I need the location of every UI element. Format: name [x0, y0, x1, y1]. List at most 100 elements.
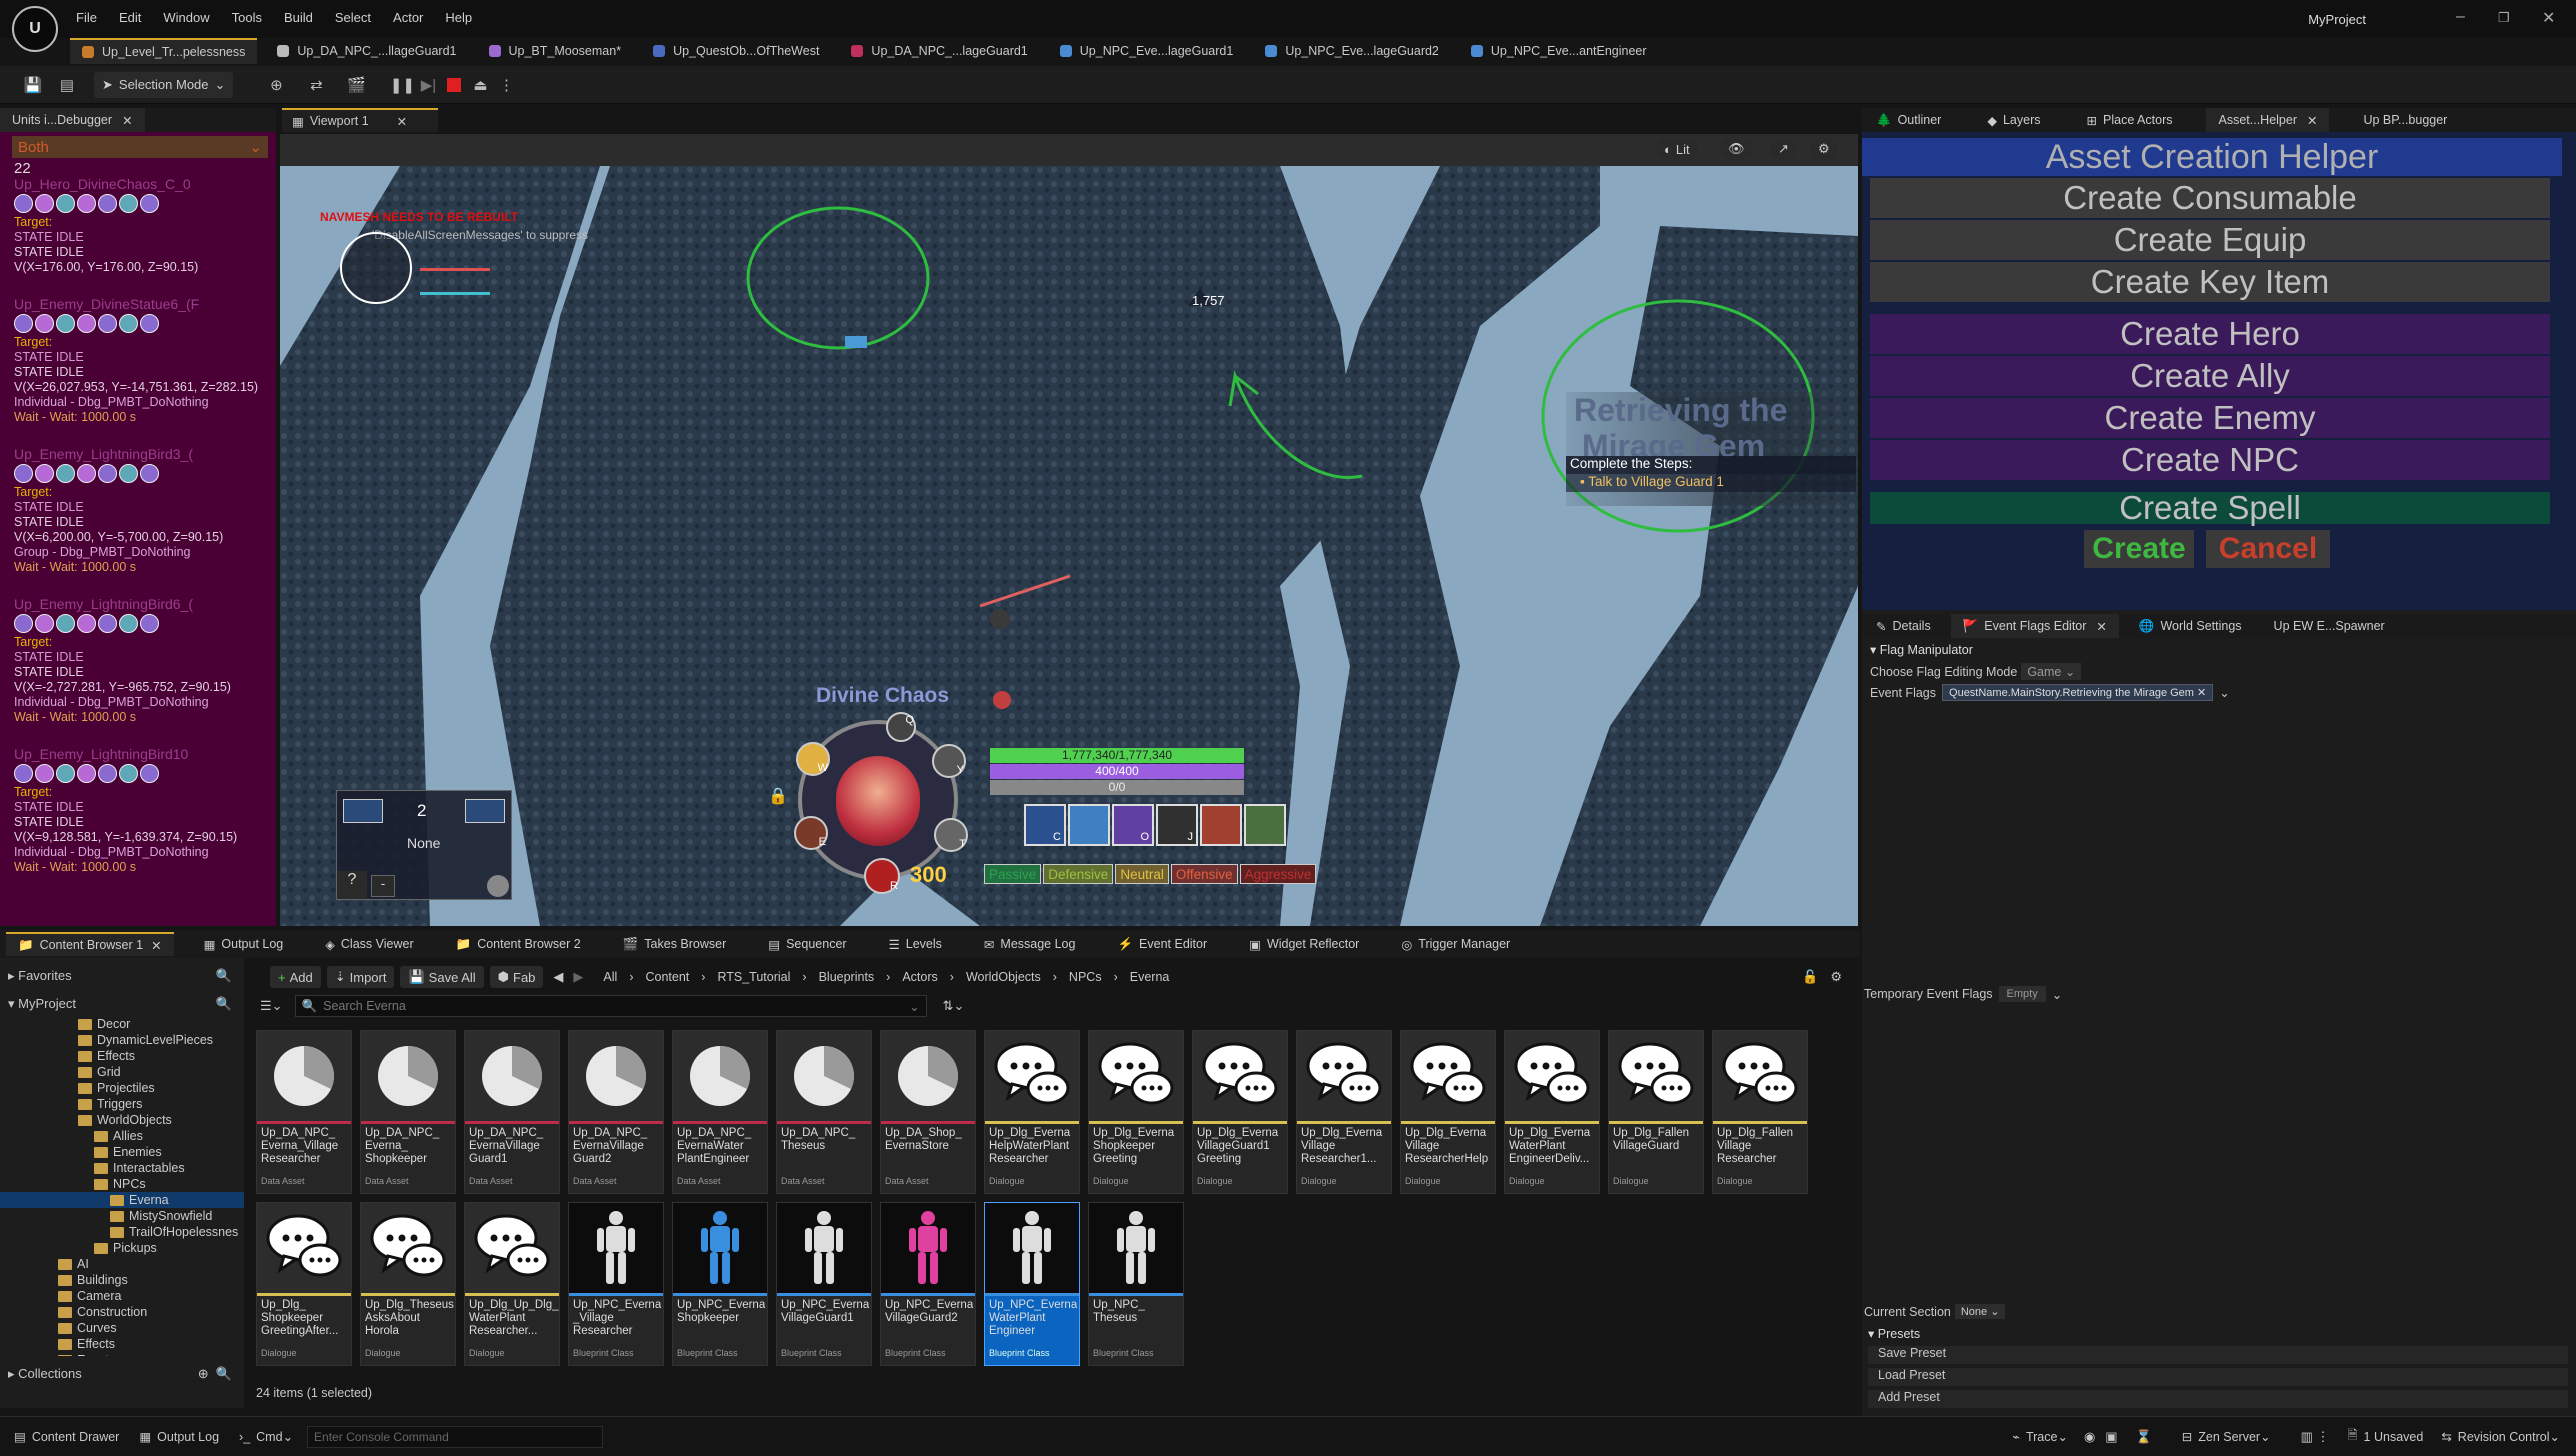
tree-folder-ai[interactable]: AI [0, 1256, 244, 1272]
doc-tab[interactable]: Up_NPC_Eve...antEngineer [1459, 38, 1659, 64]
source-control-icon[interactable]: ▥ ⋮ [2301, 1429, 2330, 1445]
game-viewport[interactable]: NAVMESH NEEDS TO BE REBUILT 'DisableAllS… [280, 166, 1858, 926]
unreal-logo-icon[interactable]: U [12, 6, 58, 52]
close-tab-icon[interactable]: ✕ [122, 113, 132, 128]
forward-icon[interactable]: ▶ [573, 969, 583, 985]
tree-folder-worldobjects[interactable]: WorldObjects [0, 1112, 244, 1128]
tree-folder-effects[interactable]: Effects [0, 1048, 244, 1064]
breadcrumb-item[interactable]: NPCs [1069, 970, 1102, 984]
show-flags-button[interactable]: 👁 [1720, 138, 1753, 160]
tab-takes-browser[interactable]: 🎬 Takes Browser [611, 932, 739, 956]
sort-icon[interactable]: ⇅⌄ [943, 998, 965, 1014]
asset-tile[interactable]: Up_Dlg_Everna Village Researcher1... Dial… [1296, 1030, 1392, 1194]
tree-folder-enemies[interactable]: Enemies [0, 1144, 244, 1160]
create-key-item-button[interactable]: Create Key Item [1870, 262, 2550, 302]
tree-folder-effects[interactable]: Effects [0, 1336, 244, 1352]
asset-tile[interactable]: Up_NPC_Everna VillageGuard2 Blueprint Cla… [880, 1202, 976, 1366]
step-icon[interactable]: ▶| [415, 72, 441, 98]
tab-output-log[interactable]: ▦ Output Log [192, 932, 296, 956]
tree-folder-events[interactable]: Events [0, 1352, 244, 1356]
tab-outliner[interactable]: 🌲 Outliner [1864, 108, 1953, 132]
screenshot-icon[interactable]: ▣ [2105, 1429, 2117, 1445]
create-spell-button[interactable]: Create Spell [1870, 489, 2550, 526]
settings-icon[interactable] [487, 875, 509, 897]
ability-e[interactable]: E [794, 816, 828, 850]
doc-tab[interactable]: Up_Level_Tr...pelessness [70, 38, 258, 64]
menu-item[interactable]: Help [445, 10, 472, 25]
tab-viewport[interactable]: ▦ Viewport 1 ✕ [282, 108, 438, 132]
viewport-settings-button[interactable]: ⚙ [1810, 138, 1838, 160]
minus-button[interactable]: - [371, 875, 395, 897]
asset-tile[interactable]: Up_NPC_Everna VillageGuard1 Blueprint Cla… [776, 1202, 872, 1366]
group-prev-slot[interactable] [343, 799, 383, 823]
asset-tile[interactable]: Up_Dlg_Fallen VillageGuard Dialogue [1608, 1030, 1704, 1194]
create-button[interactable]: Create [2084, 530, 2194, 568]
more-options-icon[interactable]: ⋮ [493, 72, 519, 98]
asset-tile[interactable]: Up_NPC_ Theseus Blueprint Class [1088, 1202, 1184, 1366]
tab-place-actors[interactable]: ⊞ Place Actors [2075, 108, 2185, 132]
tree-folder-mistysnowfield[interactable]: MistySnowfield [0, 1208, 244, 1224]
tree-folder-grid[interactable]: Grid [0, 1064, 244, 1080]
content-icon[interactable]: ▤ [54, 72, 80, 98]
breadcrumb-item[interactable]: Content [646, 970, 690, 984]
stance-button-aggressive[interactable]: Aggressive [1239, 864, 1317, 884]
eject-icon[interactable]: ⏏ [467, 72, 493, 98]
tree-folder-buildings[interactable]: Buildings [0, 1272, 244, 1288]
close-tab-icon[interactable]: ✕ [2307, 113, 2317, 128]
add-button[interactable]: + Add [270, 966, 321, 988]
create-enemy-button[interactable]: Create Enemy [1870, 398, 2550, 438]
cmd-dropdown[interactable]: ›_ Cmd ⌄ [239, 1429, 293, 1445]
doc-tab[interactable]: Up_NPC_Eve...lageGuard1 [1048, 38, 1246, 64]
ability-y[interactable]: Y [932, 744, 966, 778]
tab-content-browser-1[interactable]: 📁 Content Browser 1 ✕ [6, 932, 174, 956]
unsaved-button[interactable]: 🗎 1 Unsaved [2347, 1426, 2423, 1447]
tab-units-debugger[interactable]: Units i...Debugger ✕ [0, 108, 145, 132]
close-tab-icon[interactable]: ✕ [397, 114, 407, 129]
collections-header[interactable]: ▸ Collections [8, 1366, 82, 1382]
blueprint-icon[interactable]: ⇄ [303, 72, 329, 98]
tab-class-viewer[interactable]: ◈ Class Viewer [313, 932, 425, 956]
tab-event-flags-editor[interactable]: 🚩 Event Flags Editor ✕ [1950, 614, 2119, 638]
doc-tab[interactable]: Up_NPC_Eve...lageGuard2 [1253, 38, 1451, 64]
load-preset-button[interactable]: Load Preset [1868, 1368, 2568, 1386]
menu-item[interactable]: Build [284, 10, 313, 25]
tab-widget-reflector[interactable]: ▣ Widget Reflector [1237, 932, 1371, 956]
gear-icon[interactable]: ⚙ [1830, 969, 1842, 985]
tree-folder-camera[interactable]: Camera [0, 1288, 244, 1304]
ability-slot[interactable] [1068, 804, 1110, 846]
tab-message-log[interactable]: ✉ Message Log [972, 932, 1088, 956]
asset-tile[interactable]: Up_NPC_Everna WaterPlant Engineer Bluepri… [984, 1202, 1080, 1366]
lit-mode-button[interactable]: ◐ Lit [1656, 138, 1698, 160]
menu-item[interactable]: File [76, 10, 97, 25]
search-icon[interactable]: 🔍 [216, 968, 232, 984]
tree-folder-everna[interactable]: Everna [0, 1192, 244, 1208]
stance-button-neutral[interactable]: Neutral [1115, 864, 1169, 884]
add-preset-button[interactable]: Add Preset [1868, 1390, 2568, 1408]
close-icon[interactable]: ✕ [2542, 8, 2555, 28]
asset-tile[interactable]: Up_Dlg_ Shopkeeper GreetingAfter... Dialo… [256, 1202, 352, 1366]
back-icon[interactable]: ◀ [553, 969, 563, 985]
save-all-button[interactable]: 💾 Save All [400, 966, 484, 988]
tab-asset-helper[interactable]: Asset...Helper ✕ [2206, 108, 2330, 132]
tab-world-settings[interactable]: 🌐 World Settings [2127, 614, 2254, 638]
stance-button-offensive[interactable]: Offensive [1170, 864, 1238, 884]
tree-folder-curves[interactable]: Curves [0, 1320, 244, 1336]
asset-tile[interactable]: Up_NPC_Everna _Village Researcher Bluepri… [568, 1202, 664, 1366]
help-button[interactable]: ? [337, 871, 367, 899]
tree-folder-projectiles[interactable]: Projectiles [0, 1080, 244, 1096]
asset-tile[interactable]: Up_Dlg_Everna Village ResearcherHelp Dial… [1400, 1030, 1496, 1194]
ability-slot[interactable] [1200, 804, 1242, 846]
tree-folder-triggers[interactable]: Triggers [0, 1096, 244, 1112]
console-input[interactable]: Enter Console Command [307, 1425, 604, 1448]
asset-tile[interactable]: Up_Dlg_Everna VillageGuard1 Greeting Dial… [1192, 1030, 1288, 1194]
asset-tile[interactable]: Up_DA_NPC_ Everna_Village Researcher Data… [256, 1030, 352, 1194]
close-tab-icon[interactable]: ✕ [151, 938, 161, 953]
tree-folder-decor[interactable]: Decor [0, 1016, 244, 1032]
asset-tile[interactable]: Up_DA_Shop_ EvernaStore Data Asset [880, 1030, 976, 1194]
add-collection-icon[interactable]: ⊕ 🔍 [198, 1366, 232, 1382]
fab-button[interactable]: ⬢ Fab [489, 966, 544, 988]
favorites-header[interactable]: ▸ Favorites [8, 968, 72, 984]
tab-up-ew-e-spawner[interactable]: Up EW E...Spawner [2262, 614, 2397, 638]
menu-item[interactable]: Actor [393, 10, 423, 25]
doc-tab[interactable]: Up_QuestOb...OfTheWest [641, 38, 831, 64]
